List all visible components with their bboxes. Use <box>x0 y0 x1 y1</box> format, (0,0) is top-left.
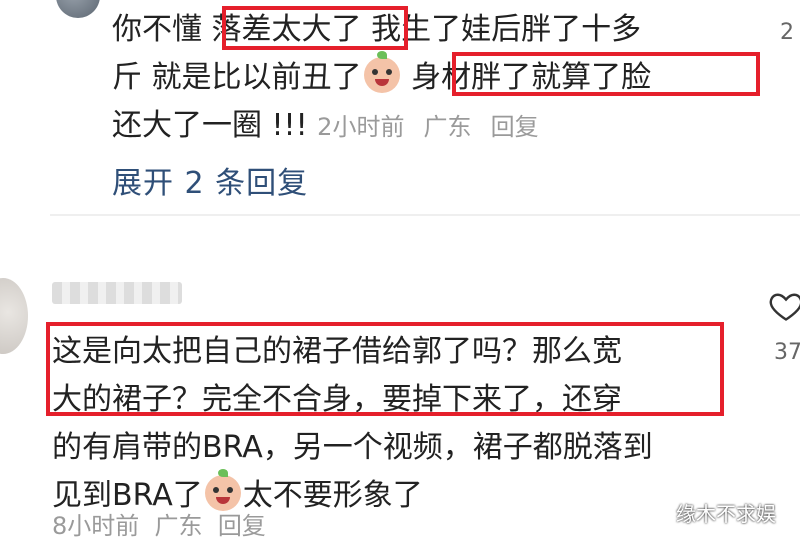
like-count: 37 <box>774 340 800 365</box>
reply-time: 2小时前 <box>317 113 405 141</box>
reply-reply-button[interactable]: 回复 <box>491 113 539 141</box>
highlight-box <box>452 52 760 96</box>
watermark: 缘木不求娱 <box>676 502 776 526</box>
reply-like-count: 2 <box>780 20 794 45</box>
comment-reply-button[interactable]: 回复 <box>218 512 266 540</box>
commenter-avatar[interactable] <box>0 278 28 354</box>
reply-location: 广东 <box>423 113 472 141</box>
commenter-username-blurred[interactable] <box>52 282 182 304</box>
crying-face-emoji-icon <box>363 51 400 93</box>
expand-replies-button[interactable]: 展开 2 条回复 <box>112 158 308 202</box>
comment-location: 广东 <box>154 512 203 540</box>
comment-meta: 8小时前 广东 回复 <box>52 506 266 541</box>
reply-line-3: 还大了一圈 !!! 2小时前 广东 回复 <box>112 108 539 143</box>
highlight-box <box>46 322 724 416</box>
heart-outline-icon[interactable] <box>768 288 800 324</box>
highlight-box <box>222 6 408 50</box>
comment-time: 8小时前 <box>52 512 140 540</box>
comment-line-3: 的有肩带的BRA，另一个视频，裙子都脱落到 <box>52 430 653 465</box>
reply-avatar[interactable] <box>56 0 100 18</box>
divider <box>50 214 800 216</box>
reply-line-1: 你不懂 落差太大了 我生了娃后胖了十多 <box>112 12 642 47</box>
